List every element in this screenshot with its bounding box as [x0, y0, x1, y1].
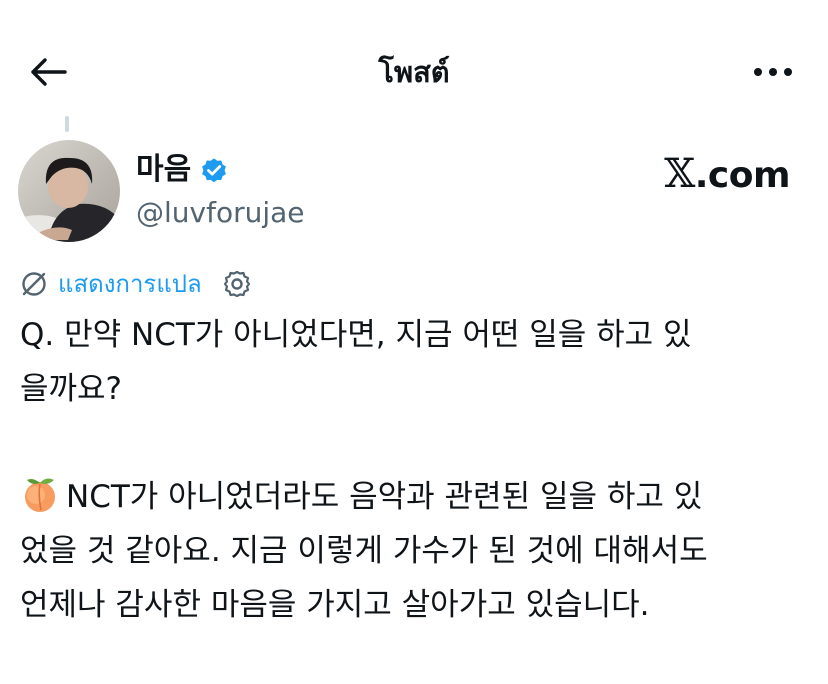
- thread-connector-line: [65, 116, 69, 132]
- answer-line-2: 었을 것 같아요. 지금 이렇게 가수가 된 것에 대해서도: [20, 533, 708, 569]
- more-horizontal-icon: [754, 68, 792, 76]
- gear-icon: [223, 270, 250, 298]
- author-display-name: 마음: [136, 152, 192, 187]
- question-line-2: 을까요?: [20, 371, 123, 407]
- top-navigation-bar: โพสต์: [0, 0, 828, 140]
- answer-line-3: 언제나 감사한 마음을 가지고 살아가고 있습니다.: [20, 587, 650, 623]
- avatar[interactable]: [18, 140, 120, 242]
- peach-emoji-icon: [25, 478, 55, 512]
- author-handle[interactable]: @luvforujae: [136, 194, 305, 232]
- verified-badge-icon: [202, 158, 227, 183]
- post-text: Q. 만약 NCT가 아니었다면, 지금 어떤 일을 하고 있 을까요? NCT…: [20, 308, 810, 632]
- page-title: โพสต์: [378, 55, 450, 89]
- show-translation-button[interactable]: แสดงการแปล: [20, 266, 252, 302]
- translation-settings-button[interactable]: [222, 269, 252, 299]
- show-translation-label: แสดงการแปล: [58, 270, 202, 298]
- question-line-1: Q. 만약 NCT가 아니었다면, 지금 어떤 일을 하고 있: [20, 317, 692, 353]
- more-options-button[interactable]: [748, 52, 798, 92]
- answer-line-1: NCT가 아니었더라도 음악과 관련된 일을 하고 있: [20, 470, 810, 524]
- author-name-row[interactable]: 마음: [136, 150, 229, 190]
- translate-globe-icon: [22, 272, 46, 296]
- x-com-watermark: 𝕏.com: [664, 151, 790, 197]
